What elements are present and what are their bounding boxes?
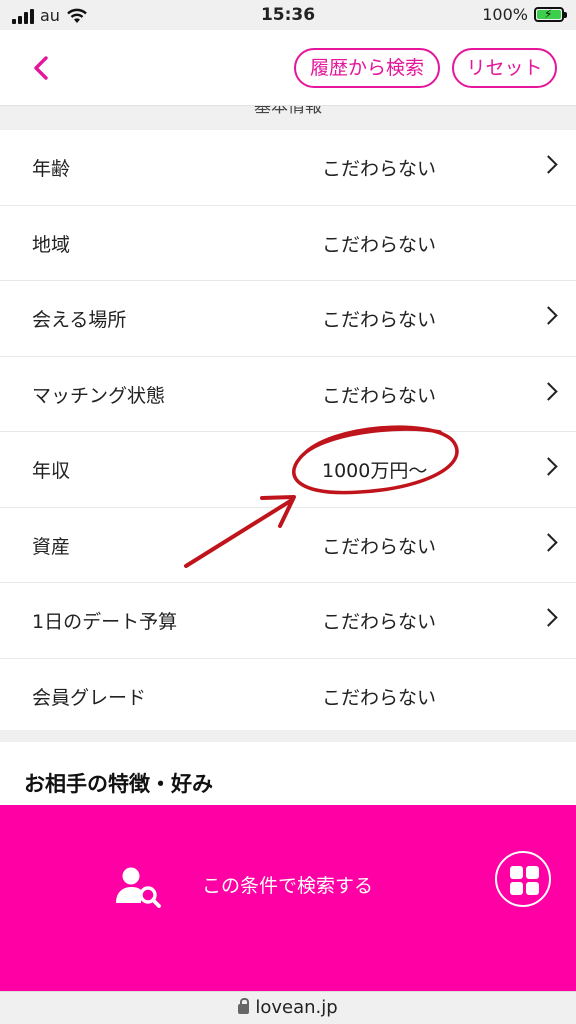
url-display[interactable]: lovean.jp [0, 997, 576, 1018]
condition-label: 会える場所 [32, 309, 127, 331]
condition-value: こだわらない [322, 309, 437, 331]
condition-row[interactable]: マッチング状態 こだわらない [0, 356, 576, 432]
grid-menu-button[interactable] [495, 851, 551, 907]
chevron-right-icon [539, 381, 558, 401]
condition-value: こだわらない [322, 611, 437, 633]
chevron-right-icon [539, 155, 558, 174]
condition-label: マッチング状態 [32, 384, 166, 407]
grid-menu-icon-cell [526, 882, 539, 895]
condition-value: こだわらない [322, 233, 437, 256]
features-section: お相手の特徴・好み [0, 742, 576, 806]
url-bar[interactable]: lovean.jp [0, 991, 576, 1024]
condition-label: 会員グレード [32, 686, 147, 709]
condition-value: こだわらない [322, 686, 437, 709]
condition-row[interactable]: 資産 こだわらない [0, 507, 576, 583]
reset-button[interactable]: リセット [452, 48, 557, 88]
chevron-right-icon [539, 457, 558, 476]
condition-row[interactable]: 年収 1000万円〜 [0, 432, 576, 508]
user-search-icon [116, 867, 161, 908]
condition-row: 会員グレード こだわらない [0, 658, 576, 734]
header: 履歴から検索 リセット [0, 30, 576, 106]
condition-value: こだわらない [322, 535, 437, 558]
condition-row: 地域 こだわらない [0, 205, 576, 281]
grid-menu-icon-cell [526, 866, 539, 879]
section-header-band: 基本情報 [0, 106, 576, 130]
condition-label: 1日のデート予算 [32, 611, 178, 633]
chevron-right-icon [539, 306, 558, 325]
back-button[interactable] [28, 52, 56, 84]
condition-label: 年齢 [32, 158, 71, 180]
history-search-button[interactable]: 履歴から検索 [294, 48, 440, 88]
condition-value: こだわらない [322, 384, 437, 407]
condition-value: 1000万円〜 [322, 460, 428, 482]
status-right: 100% ⚡ [482, 5, 567, 24]
features-title: お相手の特徴・好み [24, 772, 213, 796]
condition-row[interactable]: 年齢 こだわらない [0, 130, 576, 206]
conditions-list: 年齢 こだわらない 地域 こだわらない 会える場所 こだわらない マッチング状態 こだわらない… [0, 130, 576, 734]
condition-label: 資産 [32, 535, 71, 558]
chevron-right-icon [539, 532, 558, 552]
lock-icon [238, 998, 250, 1014]
section-gap [0, 730, 576, 742]
condition-label: 地域 [32, 233, 71, 256]
charging-bolt-icon: ⚡ [544, 7, 553, 21]
grid-menu-icon-cell [510, 882, 523, 895]
condition-row[interactable]: 1日のデート予算 こだわらない [0, 583, 576, 659]
condition-label: 年収 [32, 460, 71, 482]
section-header: 基本情報 [254, 106, 322, 117]
battery-icon: ⚡ [534, 7, 567, 22]
battery-percent: 100% [482, 5, 528, 24]
chevron-right-icon [539, 608, 558, 627]
grid-menu-icon [510, 866, 523, 879]
search-action-bar[interactable]: この条件で検索する [0, 805, 576, 991]
search-button-label[interactable]: この条件で検索する [202, 871, 373, 898]
condition-row[interactable]: 会える場所 こだわらない [0, 281, 576, 357]
url-text: lovean.jp [255, 997, 338, 1018]
status-bar: au 15:36 100% ⚡ [0, 0, 576, 30]
condition-value: こだわらない [322, 158, 437, 180]
